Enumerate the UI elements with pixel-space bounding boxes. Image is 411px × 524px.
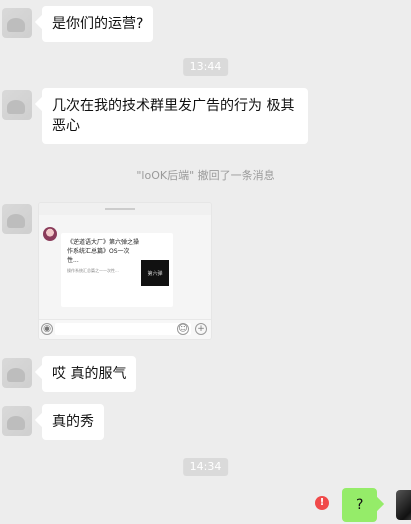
voice-icon: ◉: [41, 323, 53, 335]
timestamp: 13:44: [182, 58, 229, 76]
recall-notice: "loOK后端" 撤回了一条消息: [136, 169, 275, 182]
send-failed-icon[interactable]: !: [315, 496, 329, 510]
plus-icon: +: [195, 323, 207, 335]
image-input-field: [55, 323, 191, 335]
avatar[interactable]: [2, 90, 32, 120]
my-message-bubble[interactable]: ?: [342, 488, 378, 522]
message-text: 是你们的运营?: [52, 16, 144, 32]
image-card-subtitle: 操作系统汇总篇之一一次性...: [67, 268, 119, 273]
image-top-bar: [39, 203, 211, 215]
my-avatar[interactable]: [396, 490, 411, 520]
image-article-card: 《逆道语大厂》第六弹之操作系统汇总篇》OS一次性... 操作系统汇总篇之一一次性…: [61, 233, 173, 307]
avatar[interactable]: [2, 406, 32, 436]
my-message-text: ?: [356, 497, 364, 513]
image-avatar: [43, 227, 57, 241]
emoji-icon: ☺: [177, 323, 189, 335]
avatar[interactable]: [2, 204, 32, 234]
message-bubble[interactable]: 是你们的运营?: [42, 6, 154, 42]
message-text: 真的秀: [52, 414, 94, 430]
image-message[interactable]: 《逆道语大厂》第六弹之操作系统汇总篇》OS一次性... 操作系统汇总篇之一一次性…: [38, 202, 212, 340]
message-text: 哎 真的服气: [52, 366, 127, 382]
avatar[interactable]: [2, 358, 32, 388]
message-bubble[interactable]: 真的秀: [42, 404, 104, 440]
image-card-title: 《逆道语大厂》第六弹之操作系统汇总篇》OS一次性...: [67, 239, 140, 264]
avatar[interactable]: [2, 8, 32, 38]
message-bubble[interactable]: 哎 真的服气: [42, 356, 137, 392]
image-card-thumbnail: 第六弹: [141, 260, 169, 286]
message-bubble[interactable]: 几次在我的技术群里发广告的行为 极其恶心: [42, 88, 308, 144]
timestamp: 14:34: [182, 458, 229, 476]
message-text: 几次在我的技术群里发广告的行为 极其恶心: [52, 98, 295, 134]
